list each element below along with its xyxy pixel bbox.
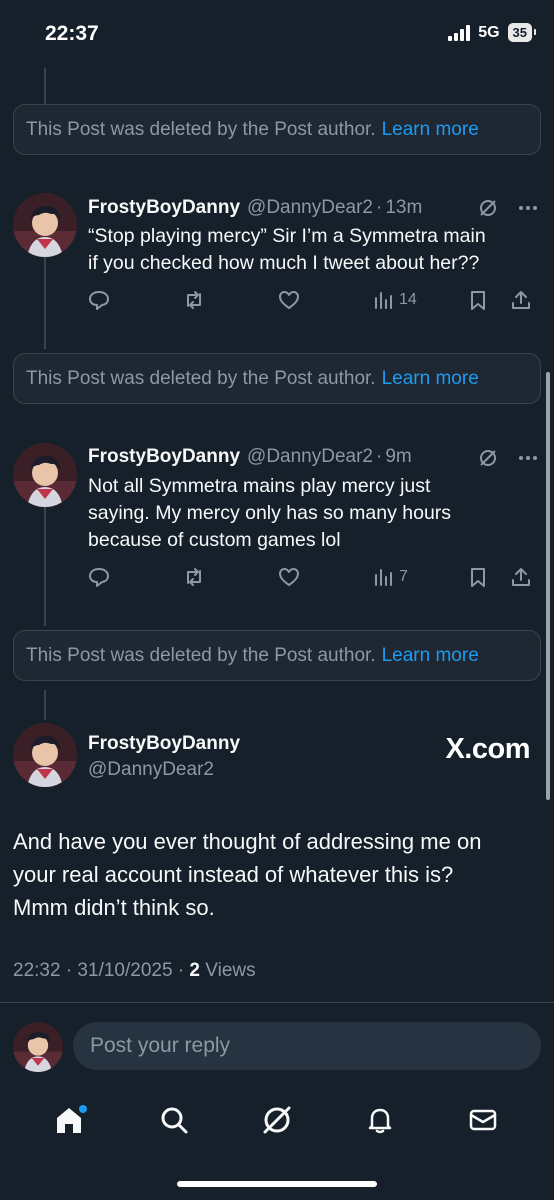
nav-search[interactable] xyxy=(144,1105,204,1135)
author-handle[interactable]: @DannyDear2 xyxy=(247,197,373,219)
nav-grok[interactable] xyxy=(247,1104,307,1136)
reply-button[interactable] xyxy=(88,566,183,588)
thread-line xyxy=(44,690,46,720)
post-header: FrostyBoyDanny @DannyDear2 · 13m xyxy=(88,197,422,219)
deleted-post-notice: This Post was deleted by the Post author… xyxy=(13,630,541,681)
views-icon xyxy=(375,292,392,309)
deleted-notice-text: This Post was deleted by the Post author… xyxy=(26,367,376,389)
status-indicators: 5G 35 xyxy=(448,23,537,42)
avatar[interactable] xyxy=(13,1022,63,1072)
reply-icon xyxy=(89,291,109,310)
views-label[interactable]: Views xyxy=(205,960,255,981)
post-text: Not all Symmetra mains play mercy just s… xyxy=(88,473,528,554)
share-icon xyxy=(512,291,530,309)
author-name[interactable]: FrostyBoyDanny xyxy=(88,446,240,468)
repost-icon xyxy=(187,291,201,309)
dot-separator: · xyxy=(376,446,383,467)
repost-button[interactable] xyxy=(183,289,278,311)
learn-more-link[interactable]: Learn more xyxy=(382,645,479,667)
bell-icon xyxy=(368,1108,392,1134)
deleted-notice-text: This Post was deleted by the Post author… xyxy=(26,118,376,140)
x-watermark: X.com xyxy=(445,733,530,765)
scrollbar[interactable] xyxy=(546,372,550,800)
avatar[interactable] xyxy=(13,443,77,507)
views-button[interactable]: 7 xyxy=(373,567,468,587)
views-count[interactable]: 2 xyxy=(189,960,200,981)
post-header: FrostyBoyDanny @DannyDear2 · 9m xyxy=(88,446,412,468)
author-name[interactable]: FrostyBoyDanny xyxy=(88,197,240,219)
status-time: 22:37 xyxy=(45,22,99,45)
post-text-line: Not all Symmetra mains play mercy just xyxy=(88,475,431,497)
post-meta: 22:32 · 31/10/2025 · 2 Views xyxy=(13,960,256,982)
heart-icon xyxy=(279,568,299,586)
like-button[interactable] xyxy=(278,289,373,311)
post-timestamp: 22:32 · 31/10/2025 · xyxy=(13,960,185,981)
post-text-line: because of custom games lol xyxy=(88,529,341,551)
dot-separator: · xyxy=(376,197,383,218)
grok-icon xyxy=(263,1106,291,1134)
author-handle[interactable]: @DannyDear2 xyxy=(88,759,214,781)
home-icon xyxy=(57,1105,88,1133)
avatar[interactable] xyxy=(13,723,77,787)
deleted-post-notice: This Post was deleted by the Post author… xyxy=(13,104,541,155)
reply-input[interactable]: Post your reply xyxy=(73,1022,541,1070)
battery-icon: 35 xyxy=(507,23,537,42)
thread-line xyxy=(44,255,46,349)
post-text-line: if you checked how much I tweet about he… xyxy=(88,252,480,274)
nav-notifications[interactable] xyxy=(350,1105,410,1135)
bookmark-button[interactable] xyxy=(468,289,510,311)
heart-icon xyxy=(279,291,299,309)
post-actions: 7 xyxy=(88,566,540,588)
main-post-text: And have you ever thought of addressing … xyxy=(13,825,543,924)
bookmark-button[interactable] xyxy=(468,566,510,588)
repost-button[interactable] xyxy=(183,566,278,588)
post-actions: 14 xyxy=(88,289,540,311)
bookmark-icon xyxy=(471,568,485,587)
post-text-line: saying. My mercy only has so many hours xyxy=(88,502,452,524)
post-top-icons xyxy=(478,198,538,218)
like-button[interactable] xyxy=(278,566,373,588)
share-icon xyxy=(512,568,530,586)
post-text-line: “Stop playing mercy” Sir I’m a Symmetra … xyxy=(88,225,486,247)
deleted-post-notice: This Post was deleted by the Post author… xyxy=(13,353,541,404)
post-text-line: And have you ever thought of addressing … xyxy=(13,829,482,854)
learn-more-link[interactable]: Learn more xyxy=(382,368,479,390)
network-type: 5G xyxy=(478,23,500,41)
post-text: “Stop playing mercy” Sir I’m a Symmetra … xyxy=(88,223,528,277)
divider xyxy=(0,1002,554,1003)
nav-messages[interactable] xyxy=(453,1105,513,1135)
more-icon[interactable] xyxy=(518,448,538,468)
post-time[interactable]: 9m xyxy=(385,446,411,468)
deleted-notice-text: This Post was deleted by the Post author… xyxy=(26,644,376,666)
post-time[interactable]: 13m xyxy=(385,197,422,219)
thread-line xyxy=(44,506,46,626)
share-button[interactable] xyxy=(510,289,532,311)
home-indicator[interactable] xyxy=(177,1181,377,1187)
post-top-icons xyxy=(478,448,538,468)
repost-icon xyxy=(187,568,201,586)
views-count: 7 xyxy=(399,568,408,585)
bookmark-icon xyxy=(471,291,485,310)
learn-more-link[interactable]: Learn more xyxy=(382,119,479,141)
share-button[interactable] xyxy=(510,566,532,588)
more-icon[interactable] xyxy=(518,198,538,218)
reply-placeholder: Post your reply xyxy=(90,1034,231,1057)
post-text-line: Mmm didn’t think so. xyxy=(13,895,215,920)
views-button[interactable]: 14 xyxy=(373,290,468,310)
bottom-nav xyxy=(0,1095,554,1145)
nav-home[interactable] xyxy=(41,1104,101,1136)
avatar[interactable] xyxy=(13,193,77,257)
views-icon xyxy=(375,569,392,586)
author-handle[interactable]: @DannyDear2 xyxy=(247,446,373,468)
grok-icon[interactable] xyxy=(478,198,498,218)
grok-icon[interactable] xyxy=(478,448,498,468)
views-count: 14 xyxy=(399,291,417,308)
post-text-line: your real account instead of whatever th… xyxy=(13,862,454,887)
search-icon xyxy=(161,1107,188,1134)
reply-button[interactable] xyxy=(88,289,183,311)
reply-icon xyxy=(89,568,109,587)
author-name[interactable]: FrostyBoyDanny xyxy=(88,733,240,755)
signal-icon xyxy=(448,24,471,41)
mail-icon xyxy=(469,1109,496,1131)
